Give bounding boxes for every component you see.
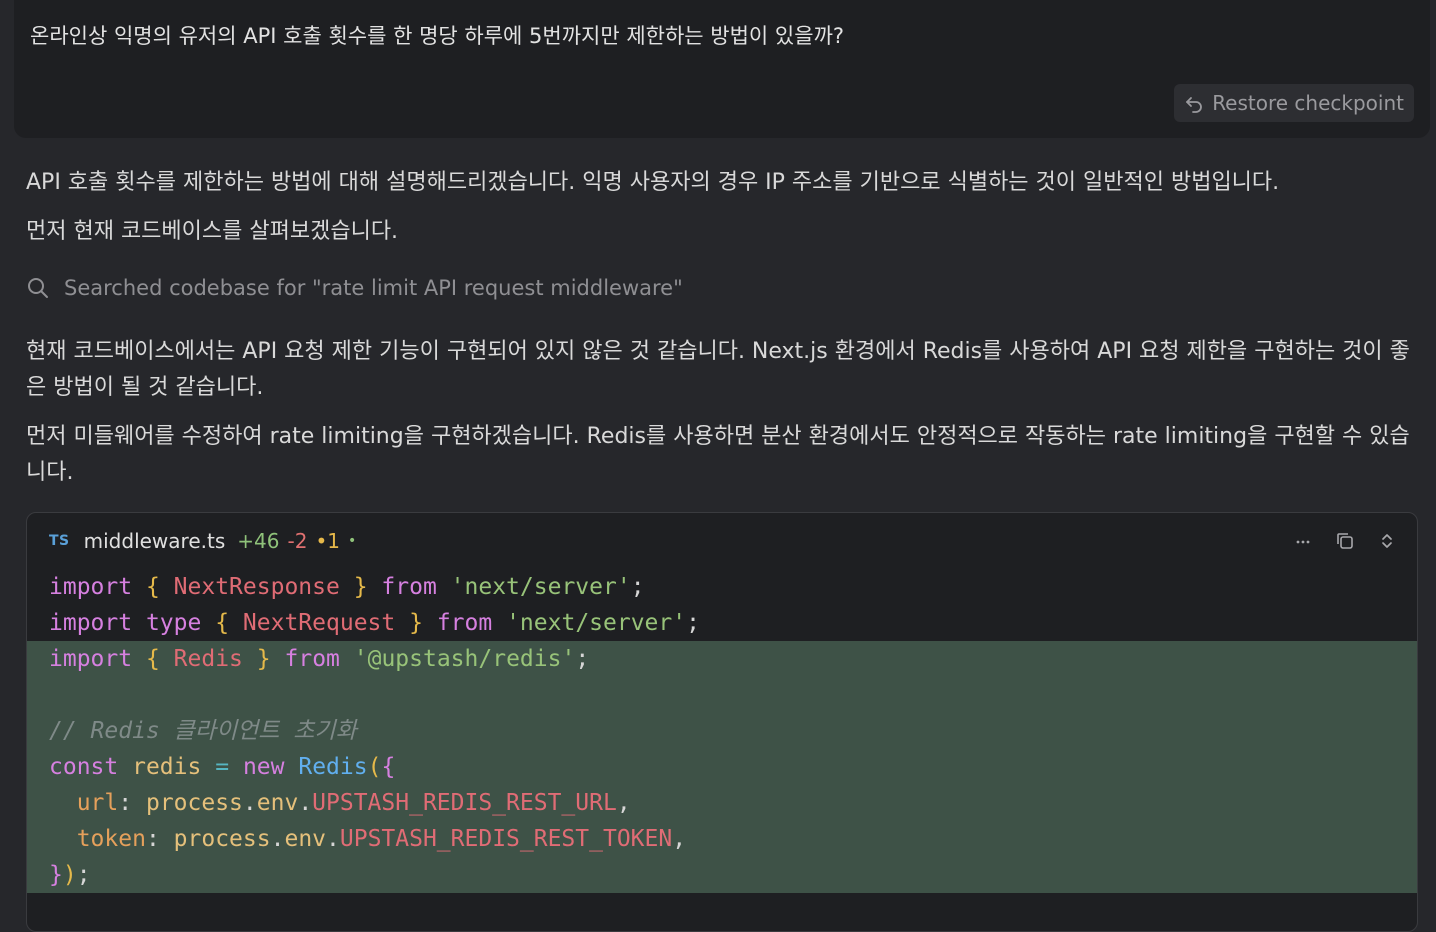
- token-punct: ;: [76, 862, 91, 888]
- token-keyword: import: [49, 610, 133, 636]
- token-brace: }: [49, 862, 63, 888]
- modified-count: •1: [315, 529, 340, 553]
- more-icon[interactable]: [1293, 531, 1313, 551]
- token-brace: }: [256, 646, 271, 672]
- user-message-text: 온라인상 익명의 유저의 API 호출 횟수를 한 명당 하루에 5번까지만 제…: [30, 24, 845, 48]
- token-string: '@upstash/redis': [353, 646, 576, 672]
- token-property: url: [76, 790, 119, 816]
- token-variable: env: [256, 790, 299, 816]
- code-body[interactable]: import { NextResponse } from 'next/serve…: [27, 569, 1417, 893]
- token-identifier: NextRequest: [242, 610, 396, 636]
- token-comment: // Redis 클라이언트 초기화: [49, 718, 357, 744]
- token-variable: process: [173, 826, 271, 852]
- token-punct: .: [298, 790, 313, 816]
- restore-checkpoint-label: Restore checkpoint: [1212, 91, 1404, 115]
- token-punct: :: [145, 826, 160, 852]
- token-keyword: from: [381, 574, 437, 600]
- token-constant: UPSTASH_REDIS_REST_TOKEN: [339, 826, 673, 852]
- token-keyword: from: [284, 646, 340, 672]
- code-card-header[interactable]: TS middleware.ts +46 -2 •1 •: [27, 513, 1417, 569]
- token-keyword: const: [49, 754, 119, 780]
- token-punct: .: [270, 826, 285, 852]
- token-brace: {: [145, 574, 160, 600]
- token-brace: }: [353, 574, 368, 600]
- codebase-search-result[interactable]: Searched codebase for "rate limit API re…: [26, 276, 683, 300]
- code-diff-card: TS middleware.ts +46 -2 •1 • import { Ne…: [26, 512, 1418, 932]
- token-property: token: [76, 826, 146, 852]
- token-keyword: import: [49, 646, 133, 672]
- code-line-added: [27, 677, 1417, 713]
- token-paren: (: [367, 754, 382, 780]
- token-identifier: NextResponse: [173, 574, 340, 600]
- code-line-added: // Redis 클라이언트 초기화: [27, 713, 1417, 749]
- code-line-added: const redis = new Redis({: [27, 749, 1417, 785]
- token-string: 'next/server': [506, 610, 687, 636]
- code-card-actions: [1293, 531, 1397, 551]
- search-icon: [28, 278, 48, 298]
- assistant-paragraph-3: 현재 코드베이스에서는 API 요청 제한 기능이 구현되어 있지 않은 것 같…: [26, 339, 1410, 400]
- code-line-added: import { Redis } from '@upstash/redis';: [27, 641, 1417, 677]
- token-punct: .: [326, 826, 340, 852]
- token-class: Redis: [298, 754, 368, 780]
- token-punct: ,: [672, 826, 687, 852]
- token-keyword: new: [242, 754, 285, 780]
- token-punct: ;: [575, 646, 590, 672]
- token-constant: UPSTASH_REDIS_REST_URL: [312, 790, 617, 816]
- copy-icon[interactable]: [1335, 531, 1355, 551]
- token-brace: {: [145, 646, 160, 672]
- restore-checkpoint-button[interactable]: Restore checkpoint: [1174, 84, 1414, 122]
- code-line-added: });: [27, 857, 1417, 893]
- token-punct: ,: [616, 790, 631, 816]
- assistant-paragraph-1: API 호출 횟수를 제한하는 방법에 대해 설명해드리겠습니다. 익명 사용자…: [26, 170, 1280, 195]
- code-line: import type { NextRequest } from 'next/s…: [27, 605, 1417, 641]
- token-keyword: type: [145, 610, 202, 636]
- undo-icon: [1186, 97, 1203, 113]
- token-brace: {: [215, 610, 230, 636]
- token-punct: :: [118, 790, 133, 816]
- user-message: 온라인상 익명의 유저의 API 호출 횟수를 한 명당 하루에 5번까지만 제…: [14, 0, 1430, 138]
- token-punct: ;: [686, 610, 700, 636]
- token-variable: redis: [132, 754, 202, 780]
- unsaved-dot: •: [347, 533, 357, 549]
- token-keyword: import: [49, 574, 133, 600]
- code-filename[interactable]: middleware.ts: [84, 529, 226, 553]
- search-query-text: Searched codebase for "rate limit API re…: [64, 276, 683, 300]
- additions-count: +46: [237, 529, 280, 553]
- deletions-count: -2: [287, 529, 308, 553]
- assistant-paragraph-2: 먼저 현재 코드베이스를 살펴보겠습니다.: [26, 219, 399, 244]
- expand-icon[interactable]: [1377, 531, 1397, 551]
- token-punct: ;: [630, 574, 645, 600]
- token-keyword: from: [436, 610, 493, 636]
- token-operator: =: [215, 754, 230, 780]
- token-string: 'next/server': [450, 574, 631, 600]
- assistant-paragraph-4: 먼저 미들웨어를 수정하여 rate limiting을 구현하겠습니다. Re…: [26, 424, 1410, 485]
- typescript-file-icon: TS: [49, 533, 70, 549]
- code-line-added: token: process.env.UPSTASH_REDIS_REST_TO…: [27, 821, 1417, 857]
- token-punct: .: [242, 790, 257, 816]
- code-line: import { NextResponse } from 'next/serve…: [27, 569, 1417, 605]
- token-variable: env: [284, 826, 327, 852]
- token-paren: ): [62, 862, 77, 888]
- token-brace: {: [381, 754, 396, 780]
- token-identifier: Redis: [173, 646, 243, 672]
- token-variable: process: [145, 790, 243, 816]
- code-line-added: url: process.env.UPSTASH_REDIS_REST_URL,: [27, 785, 1417, 821]
- token-brace: }: [409, 610, 423, 636]
